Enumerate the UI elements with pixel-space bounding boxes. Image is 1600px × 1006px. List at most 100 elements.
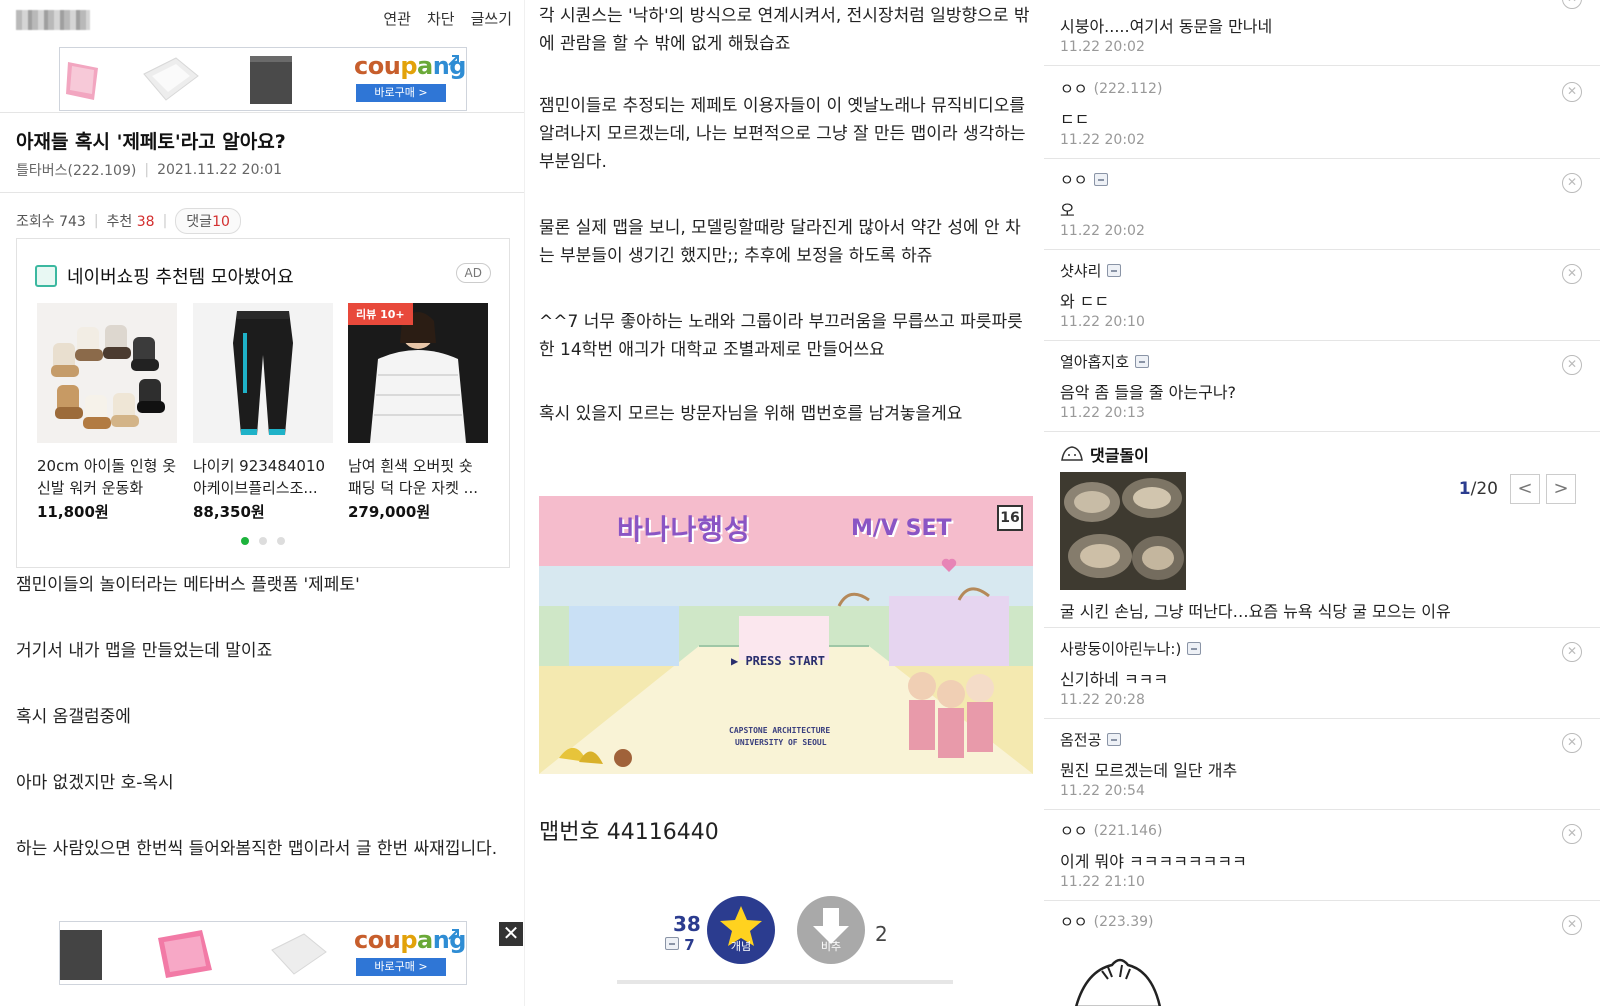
prev-page-button[interactable]: < [1510, 474, 1540, 504]
downvote-button[interactable]: 비추 [797, 896, 865, 964]
oyster-image[interactable] [1060, 472, 1186, 590]
external-link-icon [448, 929, 459, 940]
delete-comment-icon[interactable]: ✕ [1562, 173, 1582, 193]
body-paragraph: 혹시 있을지 모르는 방문자님을 위해 맵번호를 남겨놓을게요 [539, 404, 963, 424]
comment-author[interactable]: ㅇㅇ [1060, 911, 1088, 932]
member-icon [1107, 264, 1122, 277]
comment-header: ㅇㅇ [1060, 169, 1108, 190]
body-paragraph: 물론 실제 맵을 보니, 모델링할때랑 달라진게 많아서 약간 성에 안 차는 … [539, 218, 1021, 266]
comment-author[interactable]: ㅇㅇ [1060, 169, 1088, 190]
top-menu: 연관 차단 글쓰기 [383, 8, 512, 29]
delete-comment-icon[interactable]: ✕ [1562, 915, 1582, 935]
review-badge: 리뷰 10+ [348, 303, 413, 325]
comment-text: 뭔진 모르겠는데 일단 개추 [1060, 761, 1238, 780]
coupang-ad-banner-top[interactable]: coupang 바로구매 > [59, 47, 467, 111]
body-paragraph: 거기서 내가 맵을 만들었는데 말이죠 [16, 641, 273, 661]
comment-time: 11.22 21:10 [1060, 874, 1145, 890]
shopping-heading: 네이버쇼핑 추천템 모아봤어요 [35, 263, 294, 289]
comment-bot-box: 댓글돌이 1/20 < > 굴 시킨 손님, 그냥 떠난다…요즘 뉴욕 식당 굴… [1044, 432, 1600, 628]
carousel-dot[interactable] [241, 537, 249, 545]
recommend-count: 추천 38 [106, 214, 155, 230]
body-paragraph: 하는 사람있으면 한번씩 들어와봄직한 맵이라서 글 한번 싸재낍니다. [16, 839, 498, 859]
block-link[interactable]: 차단 [427, 8, 455, 29]
product-price: 279,000원 [348, 503, 431, 521]
product-name: 남여 흰색 오버핏 숏 패딩 덕 다운 자켓 ... [348, 457, 478, 497]
ad-product-image [60, 928, 120, 980]
write-link[interactable]: 글쓰기 [471, 8, 512, 29]
comment-ip: (223.62) [1066, 0, 1126, 1]
buy-now-button[interactable]: 바로구매 > [356, 958, 446, 976]
comment-author[interactable]: 샷샤리 [1060, 260, 1101, 281]
comment-item: ㅇㅇ 오 11.22 20:02 ✕ [1044, 159, 1600, 250]
dumpling-character-icon [1075, 958, 1162, 1006]
buy-now-button[interactable]: 바로구매 > [356, 84, 446, 102]
comment-header: ㅇㅇ (223.39) [1060, 911, 1154, 932]
delete-comment-icon[interactable]: ✕ [1562, 355, 1582, 375]
comment-bot-caption[interactable]: 굴 시킨 손님, 그냥 떠난다…요즘 뉴욕 식당 굴 모으는 이유 [1060, 598, 1451, 622]
view-count: 조회수 743 [16, 214, 86, 230]
ad-product-image [250, 54, 310, 106]
separator: | [162, 213, 168, 229]
comment-text: 오 [1060, 201, 1075, 220]
carousel-dot[interactable] [277, 537, 285, 545]
shopping-product[interactable]: 나이키 923484010 아케이브플리스조... 88,350원 [193, 303, 335, 522]
comment-item: 사랑둥이아린누나:) 신기하네 ㅋㅋㅋ 11.22 20:28 ✕ [1044, 628, 1600, 719]
shopping-product[interactable]: 20cm 아이돌 인형 옷 신발 워커 운동화 11,800원 [37, 303, 179, 522]
member-icon [1107, 733, 1122, 746]
close-ad-button[interactable]: ✕ [499, 922, 523, 946]
comment-item: ㅇㅇ (222.112) ㄷㄷ 11.22 20:02 ✕ [1044, 68, 1600, 159]
related-link[interactable]: 연관 [383, 8, 411, 29]
ad-product-image [268, 928, 328, 980]
delete-comment-icon[interactable]: ✕ [1562, 0, 1582, 9]
dumpling-icon [1061, 446, 1083, 461]
delete-comment-icon[interactable]: ✕ [1562, 733, 1582, 753]
product-image-white-padding: 리뷰 10+ [348, 303, 488, 443]
comment-time: 11.22 20:02 [1060, 223, 1145, 239]
blurred-logo [16, 10, 90, 30]
post-date: 2021.11.22 20:01 [157, 162, 283, 178]
comment-author[interactable]: ㅇㅇ [1060, 78, 1088, 99]
ad-product-image [156, 928, 216, 980]
naver-shopping-ad: 네이버쇼핑 추천템 모아봤어요 AD 20cm 아이돌 인형 옷 신발 워커 운… [16, 238, 510, 568]
comment-time: 11.22 20:02 [1060, 39, 1145, 55]
comment-item: 열아홉지호 음악 좀 들을 줄 아는구나? 11.22 20:13 ✕ [1044, 341, 1600, 432]
delete-comment-icon[interactable]: ✕ [1562, 264, 1582, 284]
reply-count-button[interactable]: 댓글10 [175, 208, 241, 234]
delete-comment-icon[interactable]: ✕ [1562, 82, 1582, 102]
comment-time: 11.22 20:10 [1060, 314, 1145, 330]
comment-author[interactable]: 사랑둥이아린누나:) [1060, 638, 1181, 659]
comment-author[interactable]: 열아홉지호 [1060, 351, 1129, 372]
separator: | [144, 162, 150, 178]
next-page-button[interactable]: > [1546, 474, 1576, 504]
comments-column: (223.62)시붕아.....여기서 동문을 만나네11.22 20:02✕ㅇ… [1044, 0, 1600, 1006]
upvote-button[interactable]: 개념 [707, 896, 775, 964]
carousel-dot[interactable] [259, 537, 267, 545]
comment-header: (223.62) [1060, 0, 1126, 1]
separator: | [93, 213, 99, 229]
comment-header: 옴전공 [1060, 729, 1122, 750]
comment-ip: (222.112) [1093, 80, 1163, 97]
member-icon [1135, 355, 1150, 368]
post-author[interactable]: 틀타버스(222.109) [16, 160, 136, 180]
top-bar: 연관 차단 글쓰기 [0, 0, 524, 38]
shopping-bag-icon [35, 265, 57, 287]
delete-comment-icon[interactable]: ✕ [1562, 642, 1582, 662]
comment-item: (223.62) 시붕아.....여기서 동문을 만나네 11.22 20:02 ✕ [1044, 0, 1600, 66]
comment-bot-heading: 댓글돌이 [1060, 442, 1149, 466]
comment-time: 11.22 20:28 [1060, 692, 1145, 708]
mv-set-text: M/V SET [851, 516, 952, 541]
member-icon [665, 937, 679, 950]
post-stats: 조회수 743 | 추천 38 | 댓글10 [16, 208, 241, 234]
coupang-ad-banner-bottom[interactable]: coupang 바로구매 > [59, 921, 467, 985]
product-price: 88,350원 [193, 503, 265, 521]
member-icon [1187, 642, 1202, 655]
comment-header: ㅇㅇ (221.146) [1060, 820, 1162, 841]
comment-author[interactable]: 옴전공 [1060, 729, 1101, 750]
mv-title-text: 바나나행성 [617, 513, 751, 546]
comment-author[interactable]: ㅇㅇ [1060, 820, 1088, 841]
comment-header: ㅇㅇ (222.112) [1060, 78, 1162, 99]
body-paragraph: 각 시퀀스는 '낙하'의 방식으로 연계시켜서, 전시장처럼 일방향으로 밖에 … [539, 6, 1030, 54]
delete-comment-icon[interactable]: ✕ [1562, 824, 1582, 844]
shopping-product[interactable]: 리뷰 10+ 남여 흰색 오버핏 숏 패딩 덕 다운 자켓 ... 279,00… [348, 303, 490, 522]
product-name: 나이키 923484010 아케이브플리스조... [193, 457, 326, 497]
